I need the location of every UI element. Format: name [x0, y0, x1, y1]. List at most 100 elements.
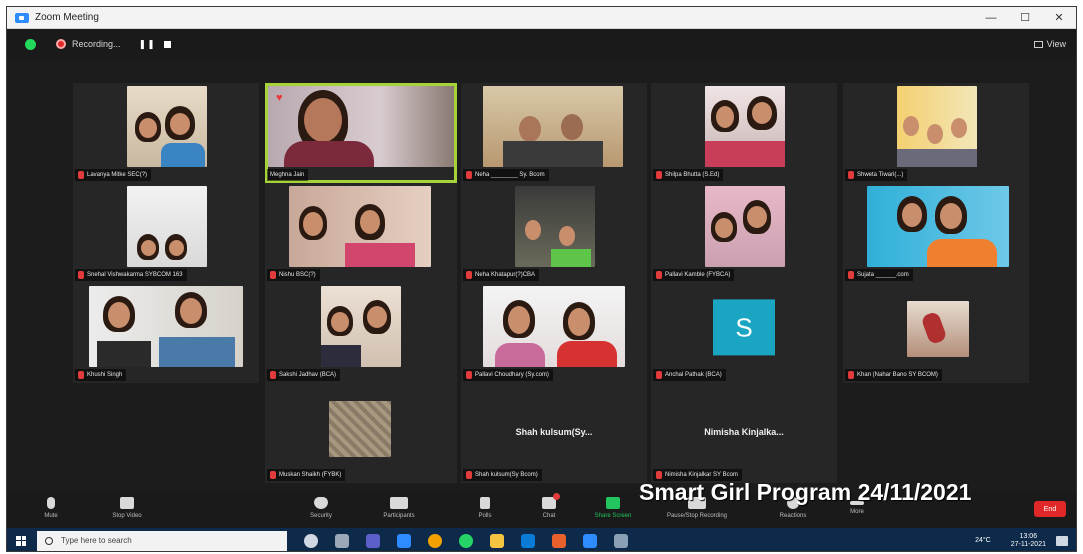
- clothing: [503, 141, 603, 167]
- participant-display-name: Nimisha Kinjalka...: [704, 427, 784, 437]
- participant-name: Khushi Singh: [75, 369, 127, 381]
- muted-mic-icon: [78, 371, 84, 379]
- chat-button[interactable]: Chat: [519, 493, 579, 519]
- video-feed: [127, 86, 207, 167]
- clothing: [284, 141, 374, 167]
- participant-tile[interactable]: Pallavi Kamble (FYBCA): [651, 183, 837, 283]
- participant-tile[interactable]: Neha Khatapur(?)CBA: [461, 183, 647, 283]
- muted-mic-icon: [848, 171, 854, 179]
- recording-indicator: Recording... ❚❚: [56, 39, 171, 50]
- participant-tile[interactable]: Khan (Nahar Bano SY BCOM): [843, 283, 1029, 383]
- pause-recording-button[interactable]: ❚❚: [139, 39, 156, 50]
- person: [903, 116, 919, 136]
- person: [951, 118, 967, 138]
- participant-tile[interactable]: Khushi Singh: [73, 283, 259, 383]
- maximize-button[interactable]: ☐: [1008, 7, 1042, 28]
- minimize-button[interactable]: —: [974, 7, 1008, 28]
- participant-tile[interactable]: Shah kulsum(Sy... Shah kulsum(Sy Bcom): [461, 383, 647, 483]
- person: [715, 218, 733, 238]
- file-explorer-icon[interactable]: [490, 533, 504, 548]
- avatar: S: [713, 299, 775, 356]
- windows-logo-icon: [16, 535, 26, 546]
- participant-tile[interactable]: S Anchal Pathak (BCA): [651, 283, 837, 383]
- participant-name: Neha Khatapur(?)CBA: [463, 269, 540, 281]
- person: [108, 302, 130, 328]
- person: [752, 102, 772, 124]
- meeting-info-icon[interactable]: [25, 38, 36, 50]
- stop-video-button[interactable]: Stop Video: [97, 494, 157, 519]
- participant-tile[interactable]: Muskan Shaikh (FYBK): [265, 383, 457, 483]
- muted-mic-icon: [848, 271, 854, 279]
- whatsapp-icon[interactable]: [459, 533, 473, 548]
- video-feed: [867, 186, 1009, 267]
- teams-icon[interactable]: [366, 533, 380, 548]
- chrome-icon[interactable]: [428, 533, 442, 548]
- security-button[interactable]: Security: [291, 494, 351, 519]
- zoom-app-icon[interactable]: [397, 533, 411, 548]
- store-icon[interactable]: [521, 533, 535, 548]
- person: [303, 212, 323, 236]
- clock[interactable]: 13:06 27-11-2021: [1011, 533, 1046, 549]
- participant-tile[interactable]: Sujata ______.com: [843, 183, 1029, 283]
- start-button[interactable]: [7, 528, 35, 551]
- person: [170, 113, 190, 135]
- participant-tile[interactable]: Shweta Tiwari(...): [843, 83, 1029, 183]
- video-feed: [515, 186, 595, 267]
- video-camera-icon: [120, 497, 134, 509]
- participant-tile[interactable]: Neha ________ Sy. Bcom: [461, 83, 647, 183]
- stop-recording-button[interactable]: [163, 40, 171, 48]
- person: [139, 118, 157, 138]
- participant-name: Sujata ______.com: [845, 269, 913, 281]
- cortana-icon[interactable]: [304, 533, 318, 548]
- person: [747, 206, 767, 228]
- muted-mic-icon: [78, 171, 84, 179]
- polls-button[interactable]: Polls: [455, 494, 515, 519]
- clothing: [161, 143, 205, 167]
- powerpoint-icon[interactable]: [552, 533, 566, 548]
- video-feed: ♥: [268, 86, 454, 167]
- participant-tile-active-speaker[interactable]: ♥ Meghna Jain: [265, 83, 457, 183]
- person: [360, 210, 380, 234]
- participant-tile[interactable]: Sakshi Jadhav (BCA): [265, 283, 457, 383]
- person: [525, 220, 541, 240]
- mute-button[interactable]: Mute: [21, 494, 81, 519]
- participant-display-name: Shah kulsum(Sy...: [515, 427, 593, 437]
- heart-icon: ♥: [276, 92, 283, 104]
- zoom-meeting-taskbar-icon[interactable]: [583, 533, 597, 548]
- muted-mic-icon: [270, 471, 276, 479]
- app-icon[interactable]: [614, 533, 628, 548]
- participant-tile[interactable]: Lavanya Mitke SEC(?): [73, 83, 259, 183]
- person: [716, 106, 734, 128]
- view-button[interactable]: View: [1033, 39, 1066, 49]
- share-screen-button[interactable]: Share Screen: [583, 494, 643, 519]
- meeting-info-strip: Recording... ❚❚ View: [7, 29, 1076, 59]
- microphone-icon: [47, 497, 55, 509]
- close-button[interactable]: ✕: [1042, 7, 1076, 28]
- person: [940, 203, 962, 229]
- participants-icon: [390, 497, 408, 509]
- participant-tile[interactable]: Shilpa Bhutta (S.Ed): [651, 83, 837, 183]
- title-bar: Zoom Meeting — ☐ ✕: [7, 7, 1076, 29]
- participant-tile[interactable]: Pallavi Choudhary (Sy.com): [461, 283, 647, 383]
- muted-mic-icon: [466, 171, 472, 179]
- taskbar-search[interactable]: Type here to search: [37, 530, 287, 551]
- participant-tile[interactable]: Nishu BSC(?): [265, 183, 457, 283]
- participants-button[interactable]: Participants: [369, 494, 429, 519]
- task-view-icon[interactable]: [335, 533, 349, 548]
- profile-picture: [329, 401, 391, 457]
- participant-tile[interactable]: Snehal Vishwakarma SYBCOM 163: [73, 183, 259, 283]
- participant-tile[interactable]: Nimisha Kinjalka... Nimisha Kinjalkar SY…: [651, 383, 837, 483]
- system-tray: 24°C 13:06 27-11-2021: [975, 533, 1076, 549]
- video-feed: [321, 286, 401, 367]
- notification-icon[interactable]: [1056, 535, 1068, 546]
- end-meeting-button[interactable]: End: [1034, 501, 1066, 517]
- clothing: [705, 141, 785, 167]
- weather-widget[interactable]: 24°C: [975, 537, 991, 544]
- muted-mic-icon: [270, 271, 276, 279]
- participant-name: Shweta Tiwari(...): [845, 169, 908, 181]
- person: [902, 203, 922, 227]
- gallery-view: Lavanya Mitke SEC(?) ♥ Meghna Jain Neha …: [7, 59, 1076, 492]
- video-feed: [705, 186, 785, 267]
- windows-taskbar: Type here to search 24°C 13:06 27-11-202…: [7, 528, 1076, 551]
- clothing: [927, 239, 997, 267]
